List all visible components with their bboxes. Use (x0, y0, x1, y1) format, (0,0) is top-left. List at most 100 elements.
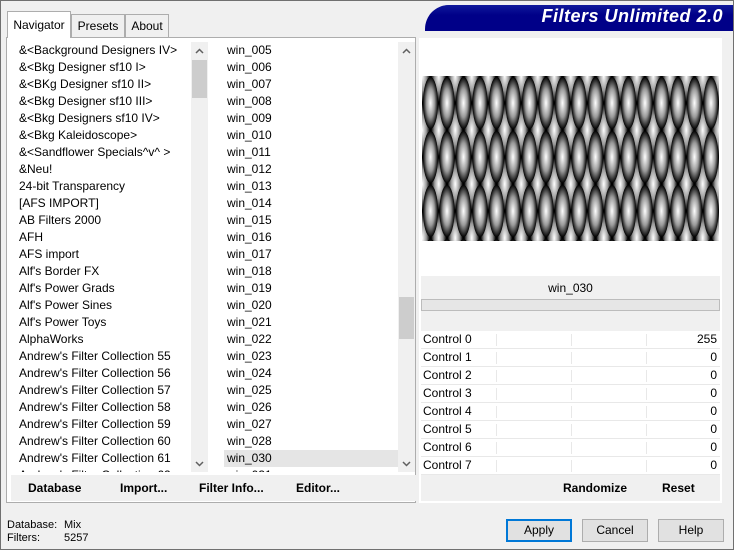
chevron-up-icon[interactable] (398, 42, 415, 59)
scroll-thumb[interactable] (192, 60, 207, 98)
selected-filter-name: win_030 (421, 276, 720, 301)
filter-item[interactable]: win_023 (224, 348, 398, 365)
tab-about[interactable]: About (125, 14, 169, 37)
control-slider-5[interactable]: Control 5 0 (421, 421, 720, 439)
slider-tick (571, 460, 572, 472)
tab-navigator[interactable]: Navigator (7, 11, 71, 38)
category-item[interactable]: 24-bit Transparency (16, 178, 191, 195)
slider-tick (496, 388, 497, 400)
control-slider-2[interactable]: Control 2 0 (421, 367, 720, 385)
help-button[interactable]: Help (658, 519, 724, 542)
chevron-down-icon[interactable] (191, 455, 208, 472)
control-slider-3[interactable]: Control 3 0 (421, 385, 720, 403)
control-value: 0 (710, 350, 717, 364)
filter-item[interactable]: win_007 (224, 76, 398, 93)
category-item[interactable]: [AFS IMPORT] (16, 195, 191, 212)
reset-button[interactable]: Reset (662, 481, 695, 495)
slider-tick (571, 334, 572, 346)
tab-presets[interactable]: Presets (71, 14, 125, 37)
filter-item[interactable]: win_028 (224, 433, 398, 450)
category-item[interactable]: Andrew's Filter Collection 59 (16, 416, 191, 433)
filter-item[interactable]: win_021 (224, 314, 398, 331)
slider-tick (646, 406, 647, 418)
category-item[interactable]: AFS import (16, 246, 191, 263)
filter-info-button[interactable]: Filter Info... (199, 481, 264, 495)
category-item[interactable]: Andrew's Filter Collection 60 (16, 433, 191, 450)
filter-item[interactable]: win_030 (224, 450, 398, 467)
category-item[interactable]: &<BKg Designer sf10 II> (16, 76, 191, 93)
filter-item[interactable]: win_018 (224, 263, 398, 280)
category-item[interactable]: Alf's Power Toys (16, 314, 191, 331)
control-slider-6[interactable]: Control 6 0 (421, 439, 720, 457)
category-item[interactable]: Andrew's Filter Collection 62 (16, 467, 191, 472)
category-item[interactable]: Alf's Border FX (16, 263, 191, 280)
filter-item[interactable]: win_031 (224, 467, 398, 472)
chevron-down-icon[interactable] (398, 455, 415, 472)
category-item[interactable]: AFH (16, 229, 191, 246)
editor-button[interactable]: Editor... (296, 481, 340, 495)
category-item[interactable]: Andrew's Filter Collection 55 (16, 348, 191, 365)
category-item[interactable]: Andrew's Filter Collection 57 (16, 382, 191, 399)
chevron-up-icon[interactable] (191, 42, 208, 59)
category-item[interactable]: Alf's Power Grads (16, 280, 191, 297)
filter-list[interactable]: win_005 win_006 win_007 win_008 win_009 win_0… (224, 42, 398, 472)
filter-item[interactable]: win_016 (224, 229, 398, 246)
category-item[interactable]: &<Bkg Kaleidoscope> (16, 127, 191, 144)
category-item[interactable]: &<Bkg Designer sf10 I> (16, 59, 191, 76)
control-label: Control 5 (423, 422, 472, 436)
category-item[interactable]: AlphaWorks (16, 331, 191, 348)
category-item[interactable]: &<Sandflower Specials^v^ > (16, 144, 191, 161)
filter-item[interactable]: win_024 (224, 365, 398, 382)
slider-tick (571, 406, 572, 418)
apply-button[interactable]: Apply (506, 519, 572, 542)
filter-item[interactable]: win_012 (224, 161, 398, 178)
filters-count-label: Filters: (7, 532, 40, 544)
category-item[interactable]: Alf's Power Sines (16, 297, 191, 314)
control-slider-1[interactable]: Control 1 0 (421, 349, 720, 367)
category-list[interactable]: &<Background Designers IV> &<Bkg Designer… (16, 42, 191, 472)
filter-item[interactable]: win_022 (224, 331, 398, 348)
slider-tick (646, 460, 647, 472)
filter-item[interactable]: win_013 (224, 178, 398, 195)
category-item[interactable]: Andrew's Filter Collection 56 (16, 365, 191, 382)
control-slider-7[interactable]: Control 7 0 (421, 457, 720, 475)
control-slider-4[interactable]: Control 4 0 (421, 403, 720, 421)
database-button[interactable]: Database (28, 481, 81, 495)
filter-item[interactable]: win_010 (224, 127, 398, 144)
category-item[interactable]: Andrew's Filter Collection 58 (16, 399, 191, 416)
filter-item[interactable]: win_006 (224, 59, 398, 76)
category-item[interactable]: Andrew's Filter Collection 61 (16, 450, 191, 467)
filter-item[interactable]: win_017 (224, 246, 398, 263)
category-item[interactable]: &<Bkg Designers sf10 IV> (16, 110, 191, 127)
filter-item[interactable]: win_027 (224, 416, 398, 433)
slider-tick (496, 460, 497, 472)
filter-item[interactable]: win_014 (224, 195, 398, 212)
filter-scrollbar[interactable] (398, 42, 415, 472)
control-label: Control 6 (423, 440, 472, 454)
filter-item[interactable]: win_009 (224, 110, 398, 127)
filter-item[interactable]: win_005 (224, 42, 398, 59)
control-slider-0[interactable]: Control 0 255 (421, 331, 720, 349)
category-item[interactable]: &<Bkg Designer sf10 III> (16, 93, 191, 110)
filter-item[interactable]: win_025 (224, 382, 398, 399)
category-scrollbar[interactable] (191, 42, 208, 472)
navigator-button-bar: Database Import... Filter Info... Editor… (11, 475, 416, 501)
randomize-button[interactable]: Randomize (563, 481, 627, 495)
filter-item[interactable]: win_015 (224, 212, 398, 229)
filter-item[interactable]: win_011 (224, 144, 398, 161)
slider-tick (571, 388, 572, 400)
filter-item[interactable]: win_026 (224, 399, 398, 416)
category-item[interactable]: AB Filters 2000 (16, 212, 191, 229)
filter-item[interactable]: win_008 (224, 93, 398, 110)
cancel-button[interactable]: Cancel (582, 519, 648, 542)
filter-item[interactable]: win_020 (224, 297, 398, 314)
banner-underline (425, 29, 733, 31)
category-item[interactable]: &<Background Designers IV> (16, 42, 191, 59)
filters-count-value: 5257 (64, 532, 89, 544)
filter-item[interactable]: win_019 (224, 280, 398, 297)
scroll-thumb[interactable] (399, 297, 414, 339)
import-button[interactable]: Import... (120, 481, 167, 495)
category-item[interactable]: &Neu! (16, 161, 191, 178)
database-value: Mix (64, 519, 82, 531)
control-value: 0 (710, 458, 717, 472)
